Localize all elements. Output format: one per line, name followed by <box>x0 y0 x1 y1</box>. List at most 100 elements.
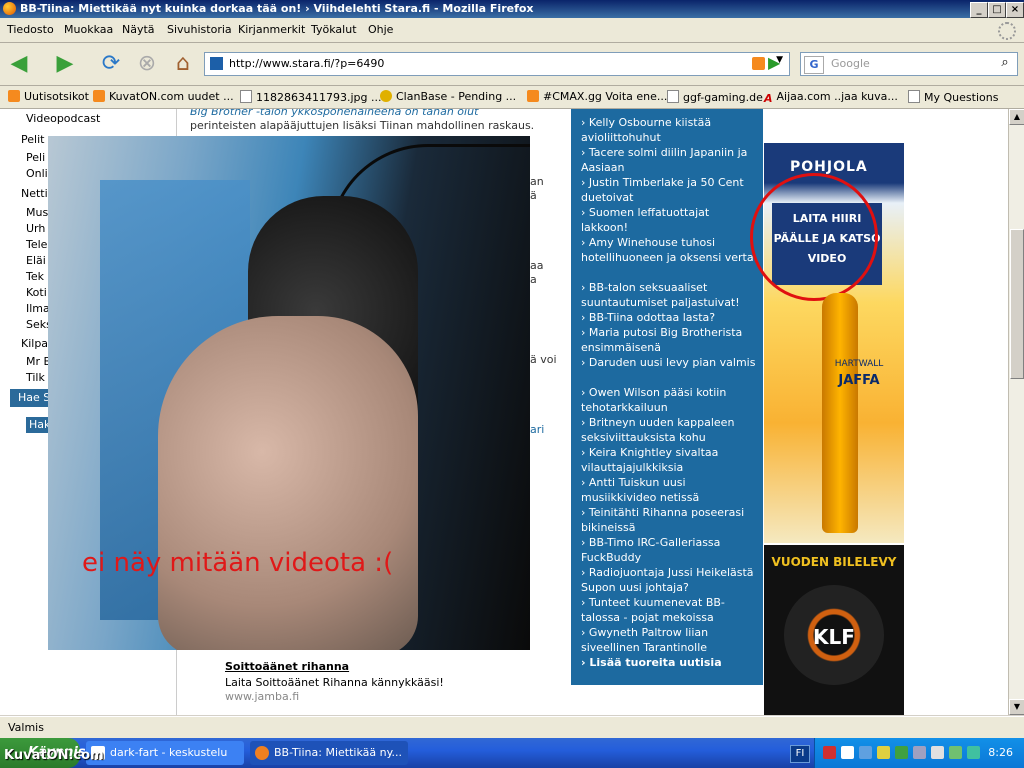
news-item[interactable]: › Amy Winehouse tuhosi hotellihuoneen ja… <box>581 235 759 265</box>
sidebar-link[interactable]: Videopodcast <box>26 112 100 125</box>
chevron-right-icon: › <box>581 281 589 294</box>
rss-icon <box>93 90 105 102</box>
sidebar-link[interactable]: Urh <box>26 222 45 235</box>
news-item[interactable]: › Tunteet kuumenevat BB-talossa - pojat … <box>581 595 759 625</box>
window-titlebar[interactable]: BB-Tiina: Miettikää nyt kuinka dorkaa tä… <box>0 0 1024 18</box>
forward-arrow-icon[interactable]: ▶ <box>52 51 78 77</box>
minimize-button[interactable]: _ <box>970 2 988 18</box>
rss-feed-icon[interactable] <box>752 57 765 70</box>
bookmark-clanbase[interactable]: ClanBase - Pending ... <box>380 90 516 103</box>
chevron-right-icon: › <box>581 476 589 489</box>
news-item[interactable]: › Tacere solmi diilin Japaniin ja Aasiaa… <box>581 145 759 175</box>
menu-tiedosto[interactable]: Tiedosto <box>7 23 54 36</box>
juice-ad-banner[interactable]: POHJOLA LAITA HIIRI PÄÄLLE JA KATSO VIDE… <box>750 143 904 543</box>
maximize-button[interactable]: □ <box>988 2 1006 18</box>
search-box[interactable]: G Google ⌕ <box>800 52 1018 76</box>
sidebar-link[interactable]: Tilk <box>26 371 45 384</box>
tray-icon[interactable] <box>949 746 962 759</box>
news-item[interactable]: › Suomen leffatuottajat lakkoon! <box>581 205 759 235</box>
stop-icon[interactable]: ⊗ <box>134 51 160 77</box>
vertical-scrollbar[interactable]: ▲ ▼ <box>1008 109 1024 715</box>
sidebar-link[interactable]: Mus <box>26 206 48 219</box>
news-item[interactable]: › Britneyn uuden kappaleen seksiviittauk… <box>581 415 759 445</box>
sidebar-link[interactable]: Tele <box>26 238 47 251</box>
task-firefox[interactable]: BB-Tiina: Miettikää ny... <box>250 741 408 765</box>
news-item[interactable]: › Kelly Osbourne kiistää avioliittohuhut <box>581 115 759 145</box>
page-icon <box>667 90 679 103</box>
menu-sivuhistoria[interactable]: Sivuhistoria <box>167 23 232 36</box>
news-item[interactable]: › Maria putosi Big Brotherista ensimmäis… <box>581 325 759 355</box>
red-circle-annotation <box>750 173 878 301</box>
news-item[interactable]: › Keira Knightley sivaltaa vilauttajajul… <box>581 445 759 475</box>
news-item[interactable]: › Teinitähti Rihanna poseerasi bikineiss… <box>581 505 759 535</box>
bookmark-cmax[interactable]: #CMAX.gg Voita ene... <box>527 90 667 103</box>
news-item[interactable]: › BB-Timo IRC-Galleriassa FuckBuddy <box>581 535 759 565</box>
scrollbar-thumb[interactable] <box>1010 229 1024 379</box>
sidebar-link[interactable]: Eläi <box>26 254 46 267</box>
scroll-down-icon[interactable]: ▼ <box>1009 699 1024 715</box>
search-engine-icon[interactable]: G <box>804 56 824 74</box>
news-item[interactable]: › Justin Timberlake ja 50 Cent duetoivat <box>581 175 759 205</box>
sidebar-link[interactable]: Peli <box>26 151 45 164</box>
scroll-up-icon[interactable]: ▲ <box>1009 109 1024 125</box>
language-indicator[interactable]: FI <box>790 745 810 763</box>
ad-text: Laita Soittoäänet Rihanna kännykkääsi! <box>225 676 444 689</box>
news-item-label: Owen Wilson pääsi kotiin tehotarkkailuun <box>581 386 727 414</box>
menu-nayta[interactable]: Näytä <box>122 23 155 36</box>
news-item[interactable]: › Daruden uusi levy pian valmis <box>581 355 759 370</box>
news-item[interactable]: › Radiojuontaja Jussi Heikelästä Supon u… <box>581 565 759 595</box>
reload-icon[interactable]: ⟳ <box>98 51 124 77</box>
bookmark-kuvaton[interactable]: KuvatON.com uudet ... <box>93 90 234 103</box>
task-dark-fart[interactable]: dark-fart - keskustelu <box>86 741 244 765</box>
news-item[interactable]: › Antti Tuiskun uusi musiikkivideo netis… <box>581 475 759 505</box>
tray-icon[interactable] <box>967 746 980 759</box>
news-item[interactable]: › BB-Tiina odottaa lasta? <box>581 310 759 325</box>
status-text: Valmis <box>8 721 44 734</box>
record-ad-name: KLF <box>813 625 855 649</box>
news-item-label: Gwyneth Paltrow liian siveellinen Tarant… <box>581 626 709 654</box>
sidebar-link[interactable]: Onli <box>26 167 48 180</box>
ad-brand: POHJOLA <box>790 159 868 175</box>
home-icon[interactable]: ⌂ <box>170 51 196 77</box>
more-news-link[interactable]: › Lisää tuoreita uutisia <box>581 655 759 670</box>
sidebar-link[interactable]: Ilma <box>26 302 50 315</box>
news-item[interactable]: › BB-talon seksuaaliset suuntautumiset p… <box>581 280 759 310</box>
sidebar-link[interactable]: Tek <box>26 270 44 283</box>
page-icon <box>908 90 920 103</box>
tray-icon[interactable] <box>931 746 944 759</box>
record-ad-banner[interactable]: VUODEN BILELEVY KLF <box>764 545 904 715</box>
bookmark-uutisotsikot[interactable]: Uutisotsikot <box>8 90 89 103</box>
bookmark-my-questions[interactable]: My Questions <box>908 90 998 104</box>
back-arrow-icon[interactable]: ◀ <box>6 51 32 77</box>
news-item[interactable]: › Gwyneth Paltrow liian siveellinen Tara… <box>581 625 759 655</box>
bookmark-jpg[interactable]: 1182863411793.jpg ... <box>240 90 382 104</box>
sidebar-heading: Kilpa <box>21 337 49 350</box>
tray-icon[interactable] <box>823 746 836 759</box>
menu-kirjanmerkit[interactable]: Kirjanmerkit <box>238 23 305 36</box>
search-magnifier-icon[interactable]: ⌕ <box>995 54 1015 72</box>
ad-title-link[interactable]: Soittoäänet rihanna <box>225 660 349 673</box>
article-link-fragment[interactable]: ari <box>530 423 544 436</box>
url-input[interactable]: http://www.stara.fi/?p=6490 <box>229 57 384 70</box>
clock[interactable]: 8:26 <box>988 746 1013 759</box>
more-news-label: Lisää tuoreita uutisia <box>589 656 722 669</box>
url-bar[interactable]: http://www.stara.fi/?p=6490 ▼ <box>204 52 790 76</box>
tray-icon[interactable] <box>877 746 890 759</box>
bookmark-ggf-gaming[interactable]: ggf-gaming.de <box>667 90 763 104</box>
menu-ohje[interactable]: Ohje <box>368 23 393 36</box>
article-fragment: an <box>530 175 544 188</box>
news-item[interactable]: › Owen Wilson pääsi kotiin tehotarkkailu… <box>581 385 759 415</box>
tray-icon[interactable] <box>859 746 872 759</box>
tray-icon[interactable] <box>895 746 908 759</box>
tray-icon[interactable] <box>841 746 854 759</box>
go-arrow-icon[interactable]: ▶ <box>768 53 780 72</box>
search-input[interactable]: Google <box>831 57 870 70</box>
menu-muokkaa[interactable]: Muokkaa <box>64 23 113 36</box>
menu-tyokalut[interactable]: Työkalut <box>311 23 357 36</box>
sidebar-link[interactable]: Koti <box>26 286 47 299</box>
close-button[interactable]: × <box>1006 2 1024 18</box>
bookmark-aijaa[interactable]: A Aijaa.com ..jaa kuva... <box>764 90 898 105</box>
chevron-right-icon: › <box>581 236 589 249</box>
ad-url[interactable]: www.jamba.fi <box>225 690 299 703</box>
tray-icon[interactable] <box>913 746 926 759</box>
